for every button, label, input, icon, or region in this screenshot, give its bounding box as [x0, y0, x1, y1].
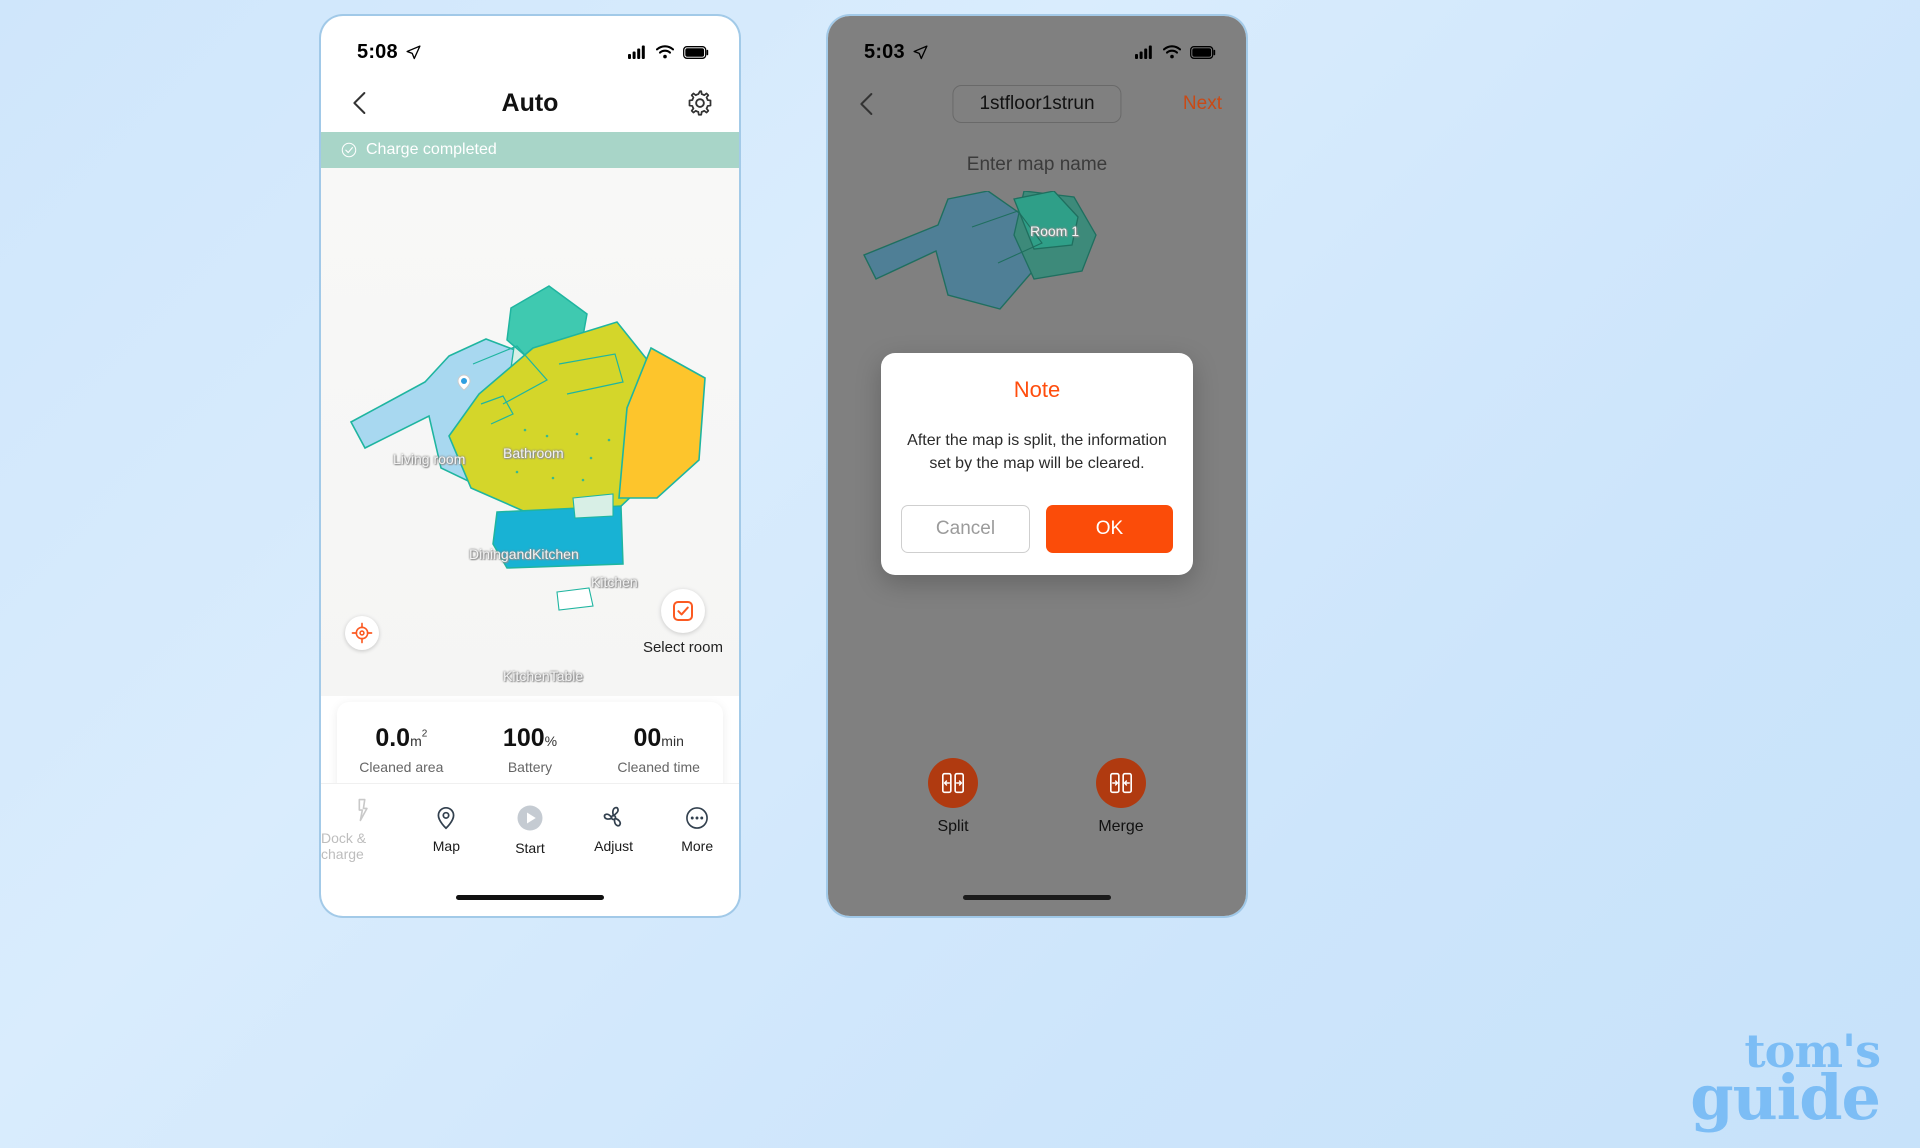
- wifi-icon: [1163, 45, 1181, 59]
- tab-map-label: Map: [432, 837, 460, 854]
- wifi-icon: [656, 45, 674, 59]
- stat-battery-value: 100: [502, 724, 545, 753]
- lightning-bolt-icon: [358, 798, 368, 821]
- battery-full-icon: [683, 45, 709, 59]
- merge-action[interactable]: Merge: [1096, 758, 1146, 836]
- merge-label: Merge: [1098, 818, 1144, 835]
- room-shape-fragment-a: [572, 493, 614, 519]
- status-bar: 5:03: [828, 16, 1246, 74]
- tab-dock-and-charge[interactable]: Dock & charge: [321, 797, 405, 862]
- map-name-input[interactable]: 1stfloor1strun: [952, 85, 1122, 123]
- locate-target-icon: [351, 622, 373, 644]
- floorplan-map[interactable]: Living room Bathroom DiningandKitchen Ki…: [321, 168, 739, 696]
- split-action[interactable]: Split: [928, 758, 978, 836]
- chevron-left-icon[interactable]: [345, 88, 375, 118]
- charge-status-text: Charge completed: [366, 141, 497, 158]
- stat-cleaned-time-value: 00: [633, 724, 662, 753]
- status-bar-time: 5:08: [357, 40, 398, 63]
- home-indicator: [963, 895, 1111, 900]
- tab-dock-and-charge-label: Dock & charge: [321, 829, 367, 862]
- toms-guide-watermark: tom's guide: [1690, 1028, 1881, 1135]
- nav-bar: 1stfloor1strun Next: [828, 74, 1246, 134]
- tab-map[interactable]: Map: [405, 805, 489, 854]
- phone-screen-map-edit: 5:03 1stfloor1strun Next Enter map name …: [828, 16, 1246, 916]
- stat-cleaned-time-label: Cleaned time: [617, 758, 700, 775]
- stat-battery-unit: %: [544, 733, 558, 750]
- check-circle-icon: [341, 142, 357, 158]
- charge-status-banner: Charge completed: [321, 132, 739, 168]
- stat-cleaned-area-unit: m: [410, 733, 422, 750]
- battery-full-icon: [1190, 45, 1216, 59]
- map-pin-icon: [437, 806, 455, 829]
- status-bar-time-group: 5:03: [864, 41, 929, 64]
- page-title: Auto: [501, 88, 559, 117]
- tab-start[interactable]: Start: [488, 803, 572, 856]
- note-dialog: Note After the map is split, the informa…: [881, 353, 1193, 576]
- tab-adjust[interactable]: Adjust: [572, 804, 656, 854]
- stat-battery: 100% Battery: [466, 725, 595, 775]
- merge-button[interactable]: [1096, 758, 1146, 808]
- chevron-left-icon[interactable]: [852, 89, 882, 119]
- select-room-button[interactable]: [660, 589, 705, 633]
- room-shape-room-1: [863, 191, 1039, 310]
- room-shape-fragment-b: [556, 587, 594, 611]
- stat-cleaned-area-label: Cleaned area: [359, 758, 444, 775]
- nav-bar: Auto: [321, 74, 739, 132]
- status-bar-time: 5:03: [864, 40, 905, 63]
- location-arrow-icon: [406, 44, 421, 59]
- stat-cleaned-time-value-group: 00min: [594, 725, 723, 753]
- dialog-title: Note: [1013, 377, 1061, 402]
- tab-start-label: Start: [515, 839, 545, 856]
- split-map-icon: [942, 772, 964, 794]
- cellular-signal-icon: [1135, 45, 1152, 59]
- status-bar-icons: [628, 45, 709, 59]
- status-bar-time-group: 5:08: [357, 41, 422, 64]
- stat-cleaned-time-unit: min: [661, 733, 684, 750]
- stat-battery-value-group: 100%: [466, 725, 595, 753]
- fan-icon: [603, 806, 622, 827]
- dialog-actions: Cancel OK: [901, 505, 1173, 554]
- enter-map-name-hint: Enter map name: [966, 154, 1108, 175]
- home-indicator: [456, 895, 604, 900]
- locate-robot-button[interactable]: [345, 616, 379, 650]
- select-room-control[interactable]: Select room: [643, 589, 723, 656]
- bottom-tab-bar: Dock & charge Map Start Adjust More: [321, 784, 739, 874]
- stat-cleaned-time: 00min Cleaned time: [594, 725, 723, 775]
- play-circle-icon: [517, 805, 543, 830]
- gear-icon[interactable]: [685, 88, 715, 118]
- more-dots-icon: [686, 806, 709, 829]
- stat-battery-label: Battery: [507, 758, 553, 775]
- stat-cleaned-area: 0.0m2 Cleaned area: [337, 725, 466, 775]
- split-label: Split: [937, 818, 969, 835]
- dialog-message: After the map is split, the information …: [907, 432, 1167, 473]
- cellular-signal-icon: [628, 45, 645, 59]
- stat-cleaned-area-value-group: 0.0m2: [337, 725, 466, 753]
- checkbox-checked-icon: [672, 601, 693, 621]
- stat-cleaned-area-value: 0.0: [375, 724, 411, 753]
- stat-cleaned-area-unit-exponent: 2: [421, 728, 428, 740]
- phone-screen-auto: 5:08 Auto Charge completed Living room B…: [321, 16, 739, 916]
- ok-button[interactable]: OK: [1046, 505, 1173, 554]
- map-edit-actions: Split Merge: [828, 758, 1246, 836]
- watermark-line-2: guide: [1690, 1061, 1881, 1135]
- tab-adjust-label: Adjust: [594, 838, 634, 854]
- split-button[interactable]: [928, 758, 978, 808]
- cancel-button[interactable]: Cancel: [901, 505, 1030, 554]
- merge-map-icon: [1110, 772, 1132, 794]
- tab-more-label: More: [681, 837, 714, 854]
- status-bar-icons: [1135, 45, 1216, 59]
- next-button[interactable]: Next: [1183, 93, 1222, 115]
- tab-more[interactable]: More: [655, 805, 739, 854]
- status-bar: 5:08: [321, 16, 739, 74]
- location-arrow-icon: [913, 44, 928, 59]
- select-room-label: Select room: [642, 639, 723, 656]
